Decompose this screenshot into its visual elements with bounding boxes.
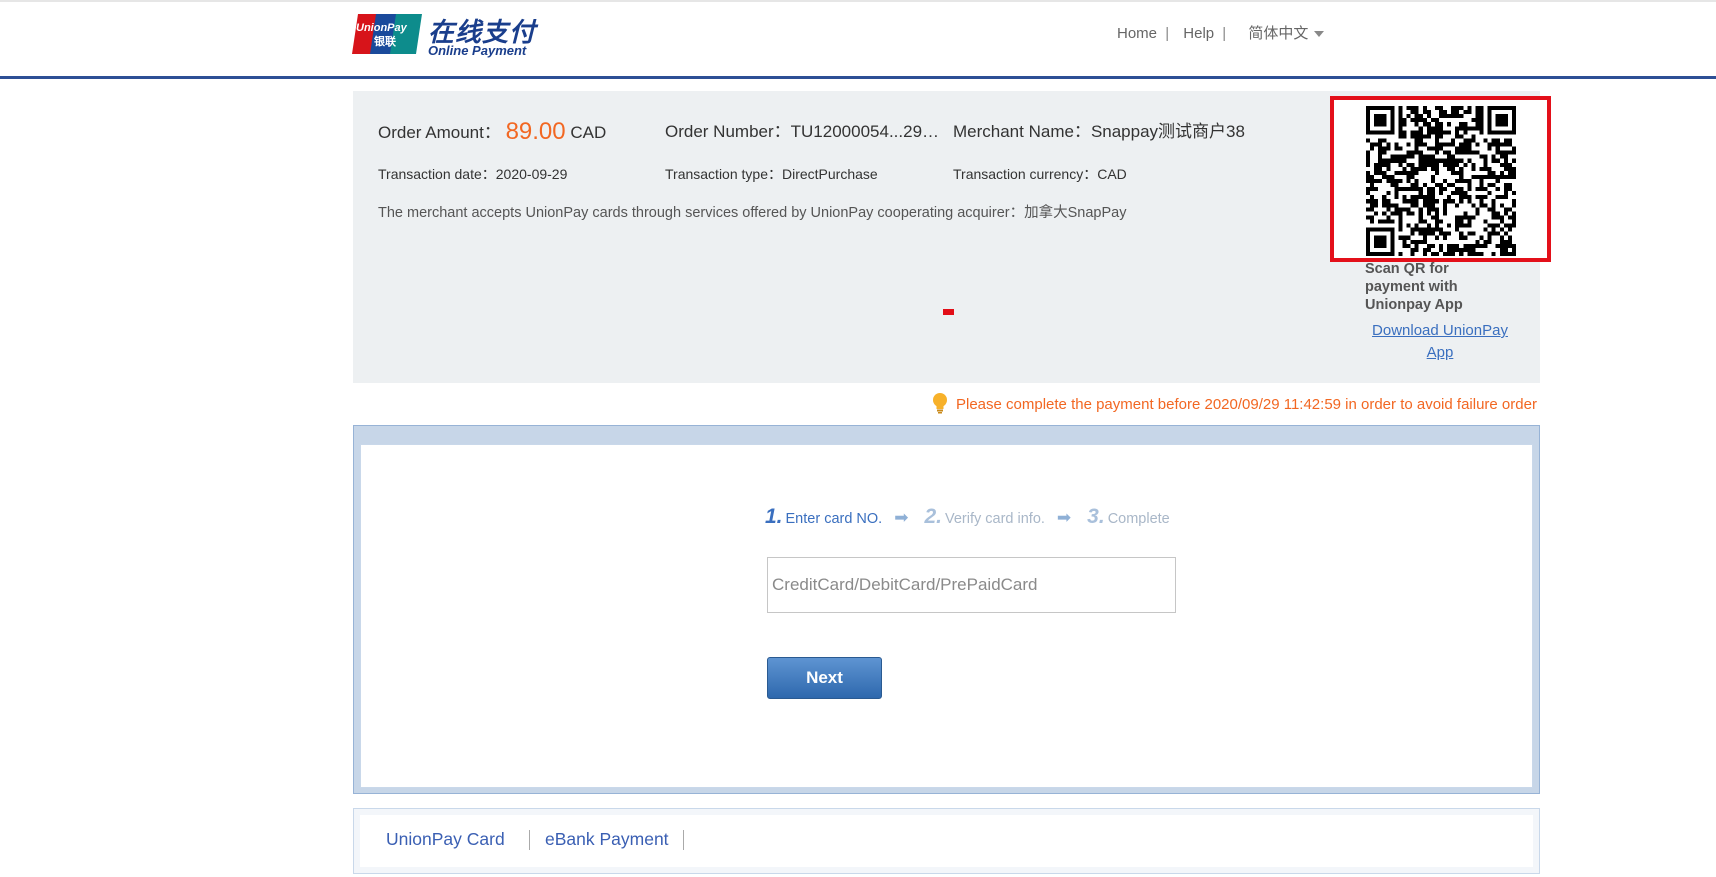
nav-separator: |	[1165, 25, 1170, 42]
nav-help-link[interactable]: Help	[1183, 25, 1214, 42]
loading-indicator	[943, 309, 954, 315]
transaction-currency-value: CAD	[1097, 166, 1127, 182]
merchant-name-label: Merchant Name：	[953, 122, 1091, 141]
merchant-name: Merchant Name：Snappay测试商户38	[953, 117, 1245, 142]
chevron-down-icon	[1314, 31, 1325, 38]
warning-text: Please complete the payment before 2020/…	[956, 395, 1537, 413]
tab-divider	[529, 830, 530, 850]
card-entry-panel: 1. Enter card NO. ➡ 2. Verify card info. ➡ 3. C…	[353, 425, 1540, 794]
acquirer-note: The merchant accepts UnionPay cards thro…	[378, 205, 1127, 221]
payment-deadline-warning: Please complete the payment before 2020/…	[930, 393, 1537, 416]
progress-steps: 1. Enter card NO. ➡ 2. Verify card info. ➡ 3. C…	[765, 505, 1170, 529]
transaction-currency-label: Transaction currency：	[953, 166, 1098, 182]
next-button[interactable]: Next	[767, 657, 882, 699]
order-amount: Order Amount： 89.00 CAD	[378, 117, 606, 145]
qr-code-frame	[1330, 96, 1551, 262]
order-number-value: TU12000054...29…	[790, 122, 940, 141]
payment-method-tabs: UnionPay Card eBank Payment	[353, 808, 1540, 874]
qr-scan-instruction: Scan QR for payment with Unionpay App	[1365, 261, 1463, 313]
merchant-name-value: Snappay测试商户38	[1090, 122, 1245, 141]
qr-code-icon[interactable]	[1366, 106, 1516, 256]
nav-separator: |	[1222, 25, 1227, 42]
transaction-date-label: Transaction date：	[378, 166, 496, 182]
order-amount-value: 89.00	[505, 118, 566, 145]
lightbulb-icon	[933, 393, 947, 414]
order-amount-currency: CAD	[570, 123, 607, 142]
card-number-input[interactable]	[767, 557, 1176, 613]
unionpay-logo-icon: UnionPay 银联	[352, 14, 422, 54]
header: UnionPay 银联 在线支付 Online Payment Home | H…	[0, 2, 1716, 79]
logo-english-text: Online Payment	[428, 43, 527, 58]
order-number: Order Number：TU12000054...29…	[665, 117, 939, 142]
step-1: 1. Enter card NO.	[765, 505, 883, 528]
step-2: 2. Verify card info.	[924, 505, 1045, 528]
transaction-type: Transaction type：DirectPurchase	[665, 164, 878, 184]
order-amount-label: Order Amount：	[378, 123, 501, 142]
order-number-label: Order Number：	[665, 122, 791, 141]
step-3: 3. Complete	[1087, 505, 1170, 528]
payment-method-tabs-inner: UnionPay Card eBank Payment	[360, 815, 1533, 867]
top-navigation: Home | Help | 简体中文	[1117, 22, 1325, 43]
transaction-date-value: 2020-09-29	[495, 166, 568, 182]
language-label: 简体中文	[1248, 25, 1309, 42]
transaction-currency: Transaction currency：CAD	[953, 164, 1127, 184]
nav-home-link[interactable]: Home	[1117, 25, 1157, 42]
logo-card-text: UnionPay	[356, 22, 408, 34]
download-app-link[interactable]: Download UnionPay App	[1365, 320, 1515, 364]
transaction-date: Transaction date：2020-09-29	[378, 164, 567, 184]
unionpay-logo[interactable]: UnionPay 银联 在线支付 Online Payment	[352, 12, 535, 58]
tab-ebank-payment[interactable]: eBank Payment	[545, 829, 669, 850]
tab-divider	[683, 830, 684, 850]
language-selector[interactable]: 简体中文	[1248, 25, 1325, 42]
logo-card-cn: 银联	[374, 34, 396, 48]
arrow-right-icon: ➡	[1056, 508, 1072, 527]
transaction-type-label: Transaction type：	[665, 166, 782, 182]
arrow-right-icon: ➡	[894, 508, 909, 527]
card-entry-inner: 1. Enter card NO. ➡ 2. Verify card info. ➡ 3. C…	[360, 444, 1533, 788]
transaction-type-value: DirectPurchase	[781, 166, 878, 182]
tab-unionpay-card[interactable]: UnionPay Card	[386, 829, 505, 850]
